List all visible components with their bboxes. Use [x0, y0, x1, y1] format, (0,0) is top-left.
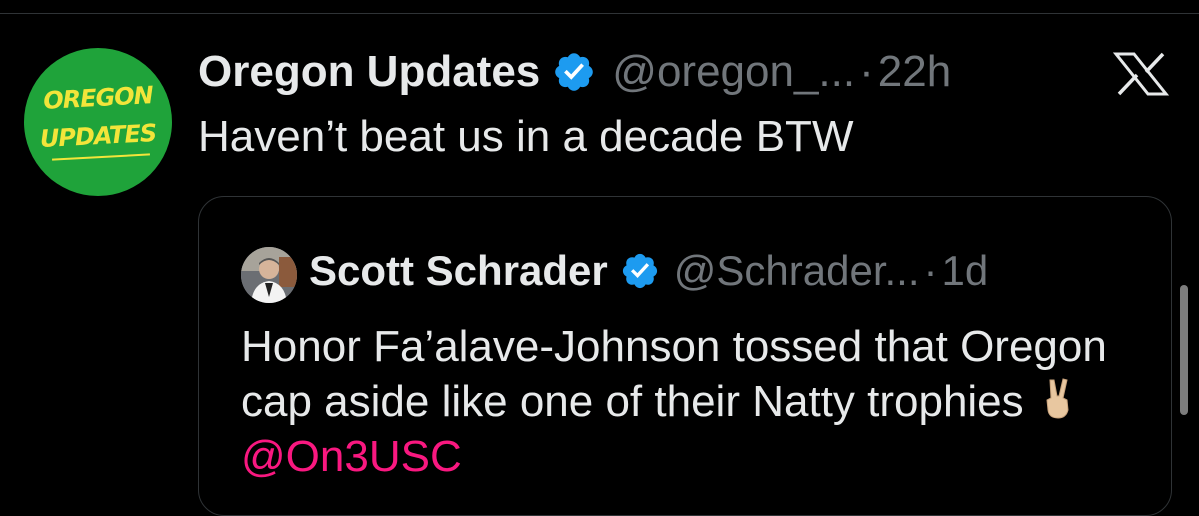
x-logo-icon[interactable] [1112, 52, 1170, 96]
header-separator: · [859, 47, 874, 96]
tweet-text: Haven’t beat us in a decade BTW [198, 112, 854, 161]
quoted-author-handle[interactable]: @Schrader... [674, 247, 920, 295]
quoted-tweet-text: Honor Fa’alave-Johnson tossed that Orego… [241, 319, 1141, 484]
avatar-logo-line-2: UPDATES [39, 118, 157, 154]
quoted-tweet-body: Honor Fa’alave-Johnson tossed that Orego… [241, 322, 1107, 426]
author-avatar[interactable]: OREGON UPDATES [24, 48, 172, 196]
scrollbar-thumb[interactable] [1180, 285, 1188, 415]
quoted-author-name[interactable]: Scott Schrader [309, 247, 608, 295]
quoted-tweet-card[interactable]: Scott Schrader @Schrader... · 1d Honor F… [198, 196, 1172, 516]
tweet-header: Oregon Updates @oregon_... · 22h [198, 44, 951, 100]
verified-badge-icon [555, 53, 594, 91]
avatar-logo-underline [52, 153, 150, 161]
avatar-logo-line-1: OREGON [42, 81, 154, 115]
author-handle[interactable]: @oregon_... [612, 47, 855, 97]
quoted-author-avatar[interactable] [241, 247, 297, 303]
quoted-header-separator: · [923, 247, 938, 294]
quoted-tweet-mention[interactable]: @On3USC [241, 432, 462, 481]
quoted-tweet-header: Scott Schrader @Schrader... · 1d [309, 245, 988, 297]
verified-badge-icon [622, 253, 657, 289]
person-photo-icon [241, 247, 297, 303]
victory-hand-emoji [1046, 378, 1069, 419]
author-name[interactable]: Oregon Updates [198, 47, 540, 97]
quoted-tweet-timestamp[interactable]: 1d [942, 247, 989, 295]
top-divider [0, 13, 1199, 14]
tweet-timestamp[interactable]: 22h [878, 47, 951, 97]
